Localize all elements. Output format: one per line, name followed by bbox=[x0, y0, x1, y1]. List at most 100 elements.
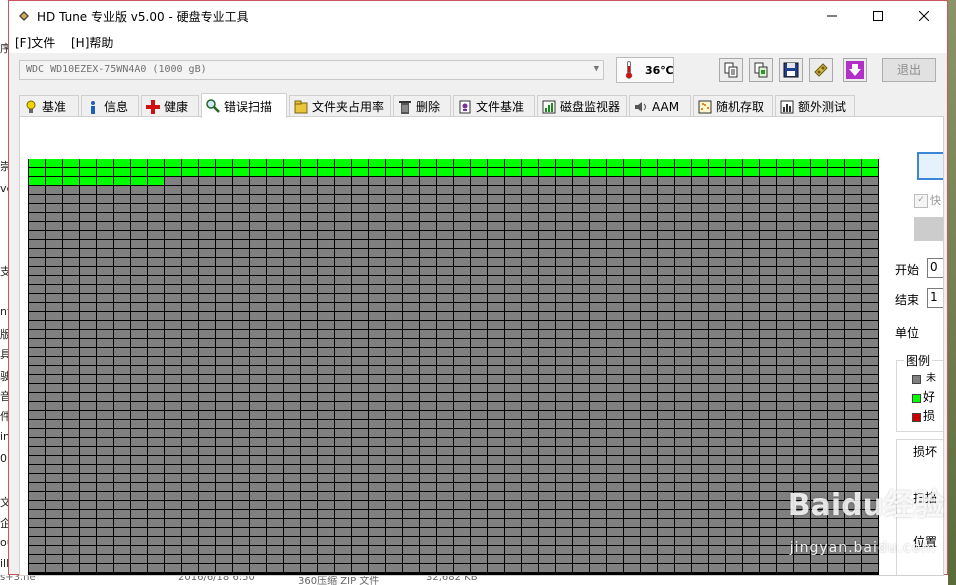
scan-block bbox=[216, 366, 233, 375]
save-button[interactable] bbox=[779, 58, 803, 82]
scan-block bbox=[403, 294, 420, 303]
quick-scan-checkbox[interactable]: ✓ bbox=[914, 194, 928, 208]
tab-extra-tests[interactable]: 额外测试 bbox=[775, 95, 855, 117]
scan-block bbox=[29, 474, 46, 483]
exit-button[interactable]: 退出 bbox=[882, 58, 936, 82]
scan-block bbox=[573, 402, 590, 411]
scan-block bbox=[80, 312, 97, 321]
menu-help[interactable]: [H]帮助 bbox=[71, 34, 113, 51]
close-button[interactable] bbox=[901, 1, 947, 31]
options-button[interactable] bbox=[809, 58, 833, 82]
scan-block bbox=[284, 438, 301, 447]
scan-block bbox=[63, 438, 80, 447]
scan-block bbox=[777, 429, 794, 438]
scan-block bbox=[726, 267, 743, 276]
scan-block bbox=[114, 186, 131, 195]
scan-block bbox=[318, 447, 335, 456]
scan-block bbox=[216, 348, 233, 357]
scan-block bbox=[29, 456, 46, 465]
scan-block bbox=[794, 375, 811, 384]
scan-block bbox=[369, 492, 386, 501]
download-update-button[interactable] bbox=[843, 58, 867, 82]
scan-block bbox=[641, 537, 658, 546]
minimize-button[interactable] bbox=[809, 1, 855, 31]
start-scan-button[interactable] bbox=[917, 152, 943, 180]
scan-block bbox=[369, 402, 386, 411]
start-input[interactable]: 0 bbox=[927, 258, 943, 278]
tab-disk-monitor[interactable]: 磁盘监视器 bbox=[537, 95, 627, 117]
scan-block bbox=[692, 258, 709, 267]
scan-block bbox=[607, 195, 624, 204]
scan-block bbox=[148, 276, 165, 285]
scan-block bbox=[420, 411, 437, 420]
tab-info[interactable]: 信息 bbox=[81, 95, 139, 117]
scan-block bbox=[794, 159, 811, 168]
scan-block bbox=[709, 186, 726, 195]
tab-folder-usage[interactable]: 文件夹占用率 bbox=[289, 95, 391, 117]
scan-block bbox=[760, 510, 777, 519]
scan-block bbox=[267, 285, 284, 294]
scan-block bbox=[437, 519, 454, 528]
scan-block bbox=[267, 222, 284, 231]
scan-block bbox=[233, 411, 250, 420]
tab-file-benchmark[interactable]: 文件基准 bbox=[453, 95, 535, 117]
scan-block bbox=[216, 483, 233, 492]
scan-block bbox=[624, 384, 641, 393]
title-bar[interactable]: HD Tune 专业版 v5.00 - 硬盘专业工具 bbox=[9, 1, 947, 31]
scan-block bbox=[131, 330, 148, 339]
scan-block bbox=[97, 393, 114, 402]
scan-block bbox=[131, 384, 148, 393]
scan-block bbox=[539, 168, 556, 177]
scan-block bbox=[386, 564, 403, 573]
tab-aam[interactable]: AAM bbox=[629, 95, 691, 117]
scan-block bbox=[318, 348, 335, 357]
scan-block bbox=[80, 438, 97, 447]
scan-block bbox=[811, 222, 828, 231]
scan-block bbox=[29, 402, 46, 411]
scan-block bbox=[335, 366, 352, 375]
scan-block bbox=[352, 222, 369, 231]
copy-screenshot-button[interactable] bbox=[749, 58, 773, 82]
copy-text-button[interactable] bbox=[719, 58, 743, 82]
scan-block bbox=[369, 303, 386, 312]
scan-block bbox=[471, 267, 488, 276]
scan-block bbox=[233, 321, 250, 330]
scan-block bbox=[284, 186, 301, 195]
tab-health[interactable]: 健康 bbox=[141, 95, 199, 117]
scan-block bbox=[607, 159, 624, 168]
scan-block bbox=[131, 231, 148, 240]
scan-block bbox=[607, 465, 624, 474]
scan-block bbox=[216, 168, 233, 177]
scan-block bbox=[573, 411, 590, 420]
scan-block bbox=[250, 447, 267, 456]
scan-block bbox=[250, 231, 267, 240]
tab-erase[interactable]: 删除 bbox=[393, 95, 451, 117]
scan-block bbox=[794, 393, 811, 402]
end-input[interactable]: 1 bbox=[927, 288, 943, 308]
maximize-button[interactable] bbox=[855, 1, 901, 31]
scan-block bbox=[828, 186, 845, 195]
bg-file-name: s+3.he bbox=[0, 575, 36, 583]
scan-block bbox=[658, 267, 675, 276]
scan-block bbox=[607, 312, 624, 321]
scan-block bbox=[131, 393, 148, 402]
scan-block bbox=[97, 483, 114, 492]
scan-block bbox=[794, 294, 811, 303]
scan-block bbox=[862, 357, 879, 366]
legend-bad-swatch bbox=[912, 413, 921, 422]
drive-select[interactable]: WDC WD10EZEX-75WN4A0 (1000 gB) ▼ bbox=[19, 60, 604, 80]
disabled-button[interactable] bbox=[914, 217, 943, 241]
scan-block bbox=[675, 384, 692, 393]
scan-block bbox=[573, 357, 590, 366]
scan-block bbox=[250, 465, 267, 474]
tab-benchmark[interactable]: 基准 bbox=[19, 95, 79, 117]
scan-block bbox=[505, 303, 522, 312]
scan-block bbox=[590, 186, 607, 195]
scan-block bbox=[267, 321, 284, 330]
scan-block bbox=[97, 294, 114, 303]
menu-file[interactable]: [F]文件 bbox=[15, 34, 55, 51]
tab-random-access[interactable]: 随机存取 bbox=[693, 95, 773, 117]
tab-error-scan[interactable]: 错误扫描 bbox=[201, 93, 287, 118]
scan-block bbox=[233, 420, 250, 429]
scan-block bbox=[590, 375, 607, 384]
